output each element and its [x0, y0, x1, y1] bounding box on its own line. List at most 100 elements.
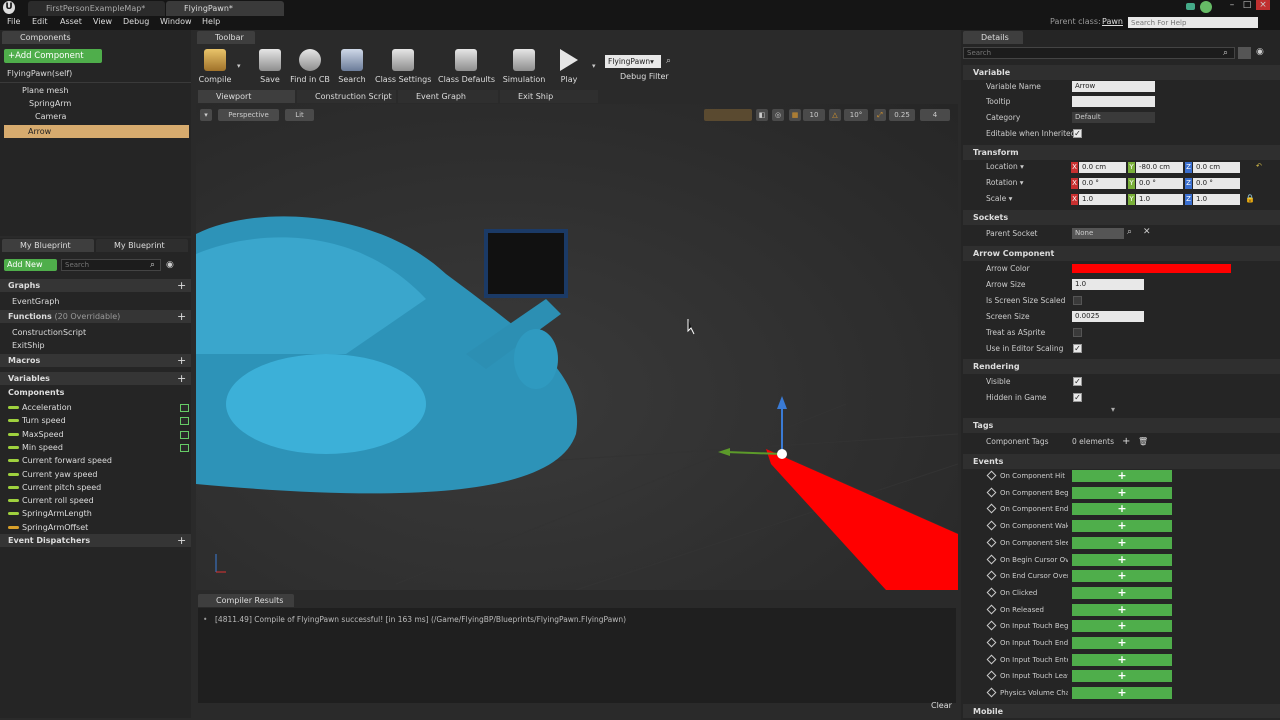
details-search-input[interactable] [963, 47, 1235, 59]
clear-socket-icon[interactable]: ✕ [1143, 227, 1151, 237]
add-event-button[interactable]: + [1072, 503, 1172, 516]
gizmo-pivot[interactable] [777, 449, 787, 459]
help-search-input[interactable] [1128, 17, 1258, 28]
add-event-button[interactable]: + [1072, 603, 1172, 616]
visible-checkbox[interactable]: ✓ [1073, 377, 1082, 386]
self-component[interactable]: FlyingPawn(self) [7, 67, 72, 80]
camera-speed-button[interactable]: 4 [920, 109, 950, 121]
add-component-button[interactable]: +Add Component [4, 49, 102, 63]
tab-event-graph[interactable]: Event Graph [398, 90, 498, 103]
location-x-input[interactable]: 0.0 cm [1079, 162, 1126, 173]
location-z-input[interactable]: 0.0 cm [1193, 162, 1240, 173]
variable-name-input[interactable]: Arrow [1072, 81, 1155, 92]
add-event-button[interactable]: + [1072, 520, 1172, 533]
rotation-label[interactable]: Rotation ▾ [986, 175, 1024, 190]
editor-scaling-checkbox[interactable]: ✓ [1073, 344, 1082, 353]
arrow-component-section-header[interactable]: Arrow Component [963, 246, 1280, 261]
class-defaults-button[interactable]: Class Defaults [438, 49, 495, 85]
unreal-logo-icon[interactable]: U [3, 1, 15, 14]
variables-components-category[interactable]: Components [8, 386, 64, 399]
tab-viewport[interactable]: Viewport [198, 90, 295, 103]
menu-asset[interactable]: Asset [60, 17, 82, 26]
world-local-icon[interactable]: ◎ [772, 109, 784, 121]
find-in-cb-button[interactable]: Find in CB [290, 49, 330, 85]
functions-header[interactable]: Functions (20 Overridable) [0, 310, 191, 323]
category-dropdown[interactable]: Default [1072, 112, 1155, 123]
variable-item[interactable]: Turn speed [8, 414, 191, 427]
expand-advanced-chevron-icon[interactable]: ▾ [1111, 405, 1115, 414]
lit-button[interactable]: Lit [285, 109, 314, 121]
tab-construction-script[interactable]: Construction Script [297, 90, 396, 103]
variable-item[interactable]: Min speed [8, 441, 191, 454]
transform-tools-group[interactable] [704, 109, 752, 121]
menu-window[interactable]: Window [160, 17, 192, 26]
simulation-button[interactable]: Simulation [503, 49, 545, 85]
menu-view[interactable]: View [93, 17, 112, 26]
location-label[interactable]: Location ▾ [986, 159, 1024, 174]
grid-snap-icon[interactable]: ▦ [789, 109, 801, 121]
hidden-in-game-checkbox[interactable]: ✓ [1073, 393, 1082, 402]
add-macro-icon[interactable]: + [177, 355, 186, 366]
scale-y-input[interactable]: 1.0 [1136, 194, 1183, 205]
rendering-section-header[interactable]: Rendering [963, 359, 1280, 374]
add-variable-icon[interactable]: + [177, 373, 186, 384]
compile-button[interactable]: Compile [197, 49, 233, 85]
add-event-button[interactable]: + [1072, 470, 1172, 482]
variable-item[interactable]: Acceleration [8, 401, 191, 414]
doc-tab-flyingpawn[interactable]: FlyingPawn* [166, 1, 284, 16]
visibility-eye-icon[interactable] [180, 404, 189, 412]
parent-class-link[interactable]: Pawn [1102, 17, 1123, 26]
play-options-chevron-icon[interactable]: ▾ [592, 62, 596, 70]
add-event-button[interactable]: + [1072, 637, 1172, 649]
debug-object-dropdown[interactable]: FlyingPawn▾ [605, 55, 661, 68]
clear-button[interactable]: Clear [931, 701, 952, 710]
details-view-options-eye-icon[interactable]: ◉ [1256, 47, 1264, 57]
scale-snap-icon[interactable]: ⤢ [874, 109, 886, 121]
scale-z-input[interactable]: 1.0 [1193, 194, 1240, 205]
viewport[interactable] [196, 104, 958, 590]
visibility-eye-icon[interactable] [180, 471, 189, 479]
rotation-x-input[interactable]: 0.0 ° [1079, 178, 1126, 189]
transform-section-header[interactable]: Transform [963, 145, 1280, 160]
browse-socket-icon[interactable]: ⌕ [1127, 227, 1132, 237]
visibility-eye-icon[interactable] [180, 484, 189, 492]
graph-item-eventgraph[interactable]: EventGraph [12, 295, 59, 308]
tree-item-camera[interactable]: Camera [35, 110, 66, 123]
viewport-options-chevron-icon[interactable]: ▾ [200, 109, 212, 121]
add-event-button[interactable]: + [1072, 670, 1172, 683]
parent-socket-field[interactable]: None [1072, 228, 1124, 239]
scale-snap-value[interactable]: 0.25 [889, 109, 915, 121]
compile-options-chevron-icon[interactable]: ▾ [237, 62, 241, 70]
add-new-button[interactable]: Add New [4, 259, 57, 271]
variable-item[interactable]: Current pitch speed [8, 481, 191, 494]
tab-exit-ship[interactable]: Exit Ship [500, 90, 598, 103]
tab-components[interactable]: Components [2, 31, 71, 44]
arrow-size-input[interactable]: 1.0 [1072, 279, 1144, 290]
tab-my-blueprint-2[interactable]: My Blueprint [96, 239, 188, 252]
add-event-dispatcher-icon[interactable]: + [177, 535, 186, 546]
visibility-eye-icon[interactable] [180, 457, 189, 465]
doc-tab-map[interactable]: FirstPersonExampleMap* [28, 1, 165, 16]
debug-search-icon[interactable]: ⌕ [666, 56, 671, 66]
add-tag-icon[interactable]: + [1122, 436, 1130, 447]
tree-item-springarm[interactable]: SpringArm [29, 97, 71, 110]
play-button[interactable]: Play [551, 49, 587, 85]
tooltip-input[interactable] [1072, 96, 1155, 107]
location-y-input[interactable]: -80.0 cm [1136, 162, 1183, 173]
source-control-icon[interactable] [1200, 1, 1212, 13]
tab-toolbar[interactable]: Toolbar [197, 31, 255, 44]
variable-item[interactable]: Current forward speed [8, 454, 191, 467]
variable-item[interactable]: Current yaw speed [8, 468, 191, 481]
variable-item[interactable]: MaxSpeed [8, 428, 191, 441]
visibility-eye-icon[interactable] [180, 524, 189, 532]
event-dispatchers-header[interactable]: Event Dispatchers [0, 534, 191, 547]
surface-snap-icon[interactable]: ◧ [756, 109, 768, 121]
tab-compiler-results[interactable]: Compiler Results [198, 594, 294, 607]
property-matrix-icon[interactable] [1238, 47, 1251, 59]
tree-item-plane-mesh[interactable]: Plane mesh [22, 84, 68, 97]
add-function-icon[interactable]: + [177, 311, 186, 322]
arrow-color-swatch[interactable] [1072, 264, 1231, 273]
function-item-constructionscript[interactable]: ConstructionScript [12, 326, 86, 339]
rotation-snap-icon[interactable]: △ [829, 109, 841, 121]
menu-help[interactable]: Help [202, 17, 220, 26]
